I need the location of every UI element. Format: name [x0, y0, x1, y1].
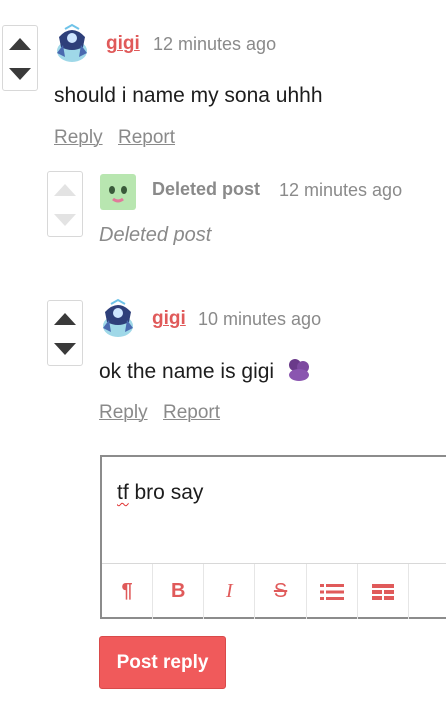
bold-icon[interactable]: B — [153, 564, 205, 619]
deleted-avatar — [99, 172, 137, 212]
comment-timestamp: 10 minutes ago — [198, 309, 322, 329]
report-link[interactable]: Report — [118, 127, 175, 149]
strikethrough-icon[interactable]: S — [255, 564, 307, 619]
paragraph-glyph: ¶ — [121, 580, 133, 602]
vote-box — [2, 25, 38, 91]
reply-editor[interactable]: tf bro say ¶ B I S — [100, 455, 446, 619]
reply-input-text: bro say — [128, 481, 204, 504]
list-icon[interactable] — [307, 564, 358, 619]
avatar[interactable] — [99, 298, 137, 338]
comment-timestamp: 12 minutes ago — [153, 34, 277, 54]
italic-icon[interactable]: I — [204, 564, 256, 619]
avatar[interactable] — [53, 23, 91, 63]
comment-author: Deleted post — [152, 179, 261, 199]
comment-body-text: ok the name is gigi — [99, 360, 275, 383]
reply-link[interactable]: Reply — [99, 402, 148, 424]
comment-body: should i name my sona uhhh — [54, 84, 323, 107]
italic-glyph: I — [226, 580, 233, 602]
upvote-icon — [54, 184, 76, 196]
vote-box — [47, 300, 83, 366]
comment-author[interactable]: gigi — [152, 308, 186, 330]
post-reply-button[interactable]: Post reply — [99, 636, 226, 689]
downvote-icon[interactable] — [9, 68, 31, 80]
report-link[interactable]: Report — [163, 402, 220, 424]
editor-toolbar: ¶ B I S — [102, 563, 446, 619]
comment-timestamp: 12 minutes ago — [279, 180, 403, 200]
vote-box — [47, 171, 83, 237]
downvote-icon[interactable] — [54, 343, 76, 355]
strike-glyph: S — [273, 580, 288, 602]
table-icon[interactable] — [358, 564, 409, 619]
reply-input[interactable]: tf bro say — [117, 481, 203, 505]
comment-author[interactable]: gigi — [106, 33, 140, 55]
paragraph-icon[interactable]: ¶ — [102, 564, 154, 619]
misspelled-word: tf — [117, 481, 129, 504]
emoji-icon — [288, 359, 309, 381]
toolbar-overflow[interactable] — [409, 564, 446, 619]
comment-body: ok the name is gigi — [99, 358, 312, 384]
upvote-icon[interactable] — [9, 38, 31, 50]
bold-glyph: B — [171, 580, 186, 602]
reply-link[interactable]: Reply — [54, 127, 103, 149]
downvote-icon — [54, 214, 76, 226]
upvote-icon[interactable] — [54, 313, 76, 325]
comment-body: Deleted post — [99, 224, 212, 246]
